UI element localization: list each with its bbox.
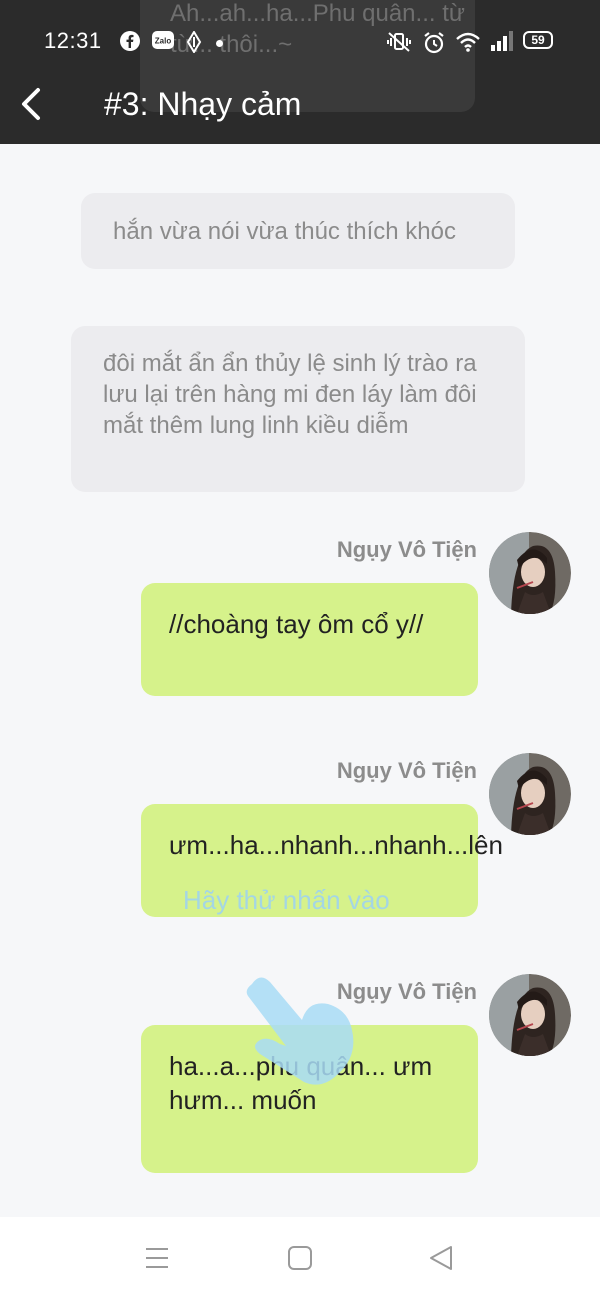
status-time: 12:31 xyxy=(44,28,102,53)
avatar[interactable] xyxy=(489,753,571,835)
wifi-icon xyxy=(456,32,480,52)
system-nav-bar xyxy=(0,1217,600,1300)
narration-bubble[interactable]: đôi mắt ẩn ẩn thủy lệ sinh lý trào ra lư… xyxy=(71,326,525,492)
more-notifications-dot xyxy=(216,40,223,47)
zalo-icon: Zalo xyxy=(152,31,174,49)
header: #3: Nhạy cảm xyxy=(0,78,600,134)
status-bar: 12:31 Zalo 59 xyxy=(0,22,600,62)
facebook-icon xyxy=(120,31,140,51)
my-message-bubble[interactable]: //choàng tay ôm cổ y// xyxy=(141,583,478,696)
tap-hand-icon xyxy=(246,977,354,1085)
signal-icon xyxy=(491,31,513,51)
battery-icon: 59 xyxy=(523,31,553,49)
svg-text:Zalo: Zalo xyxy=(155,37,172,46)
sender-name: Ngụy Vô Tiện xyxy=(336,758,477,783)
alarm-icon xyxy=(424,32,444,54)
sender-name: Ngụy Vô Tiện xyxy=(336,537,477,562)
avatar[interactable] xyxy=(489,532,571,614)
page-title: #3: Nhạy cảm xyxy=(104,86,302,122)
narration-bubble[interactable]: hắn vừa nói vừa thúc thích khóc xyxy=(81,193,515,269)
menu-icon[interactable] xyxy=(144,1245,170,1271)
back-triangle-icon[interactable] xyxy=(428,1245,454,1271)
top-bar: Ah...ah...ha...Phu quân... từ từ... thôi… xyxy=(0,0,600,144)
chevron-left-icon[interactable] xyxy=(16,84,50,124)
mute-icon xyxy=(387,32,411,52)
home-icon[interactable] xyxy=(287,1245,313,1271)
app-icon xyxy=(186,31,202,53)
avatar[interactable] xyxy=(489,974,571,1056)
tap-hint-text: Hãy thử nhấn vào xyxy=(183,885,390,915)
